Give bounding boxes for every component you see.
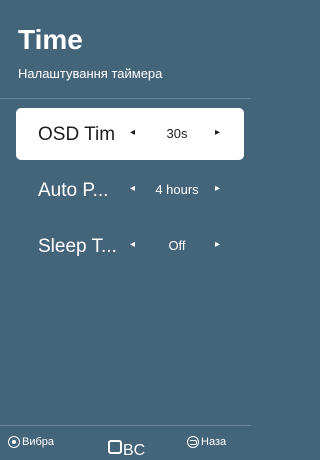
ok-circle-icon <box>8 436 20 449</box>
left-arrow-icon[interactable]: ◂ <box>130 239 135 250</box>
left-arrow-icon[interactable]: ◂ <box>130 183 135 194</box>
page-title: Time <box>18 24 83 55</box>
page-subtitle: Налаштування таймера <box>18 66 163 81</box>
select-label: Вибра <box>22 436 55 449</box>
setting-row-osd-timeout[interactable]: OSD Tim ◂ 30s ▸ <box>16 108 244 160</box>
middle-label: BC <box>123 442 146 459</box>
select-button[interactable]: Вибра <box>8 436 55 449</box>
footer-divider <box>0 425 251 426</box>
back-label: Наза <box>201 436 227 449</box>
left-arrow-icon[interactable]: ◂ <box>130 127 135 138</box>
right-arrow-icon[interactable]: ▸ <box>215 183 220 194</box>
header-divider <box>0 98 251 99</box>
setting-row-sleep-timer[interactable]: Sleep T... ◂ Off ▸ <box>16 220 244 272</box>
footer-bar: Вибра BC Наза <box>0 428 251 459</box>
setting-label: Auto P... <box>38 180 109 201</box>
square-icon <box>108 440 122 454</box>
right-arrow-icon[interactable]: ▸ <box>215 127 220 138</box>
setting-row-auto-power[interactable]: Auto P... ◂ 4 hours ▸ <box>16 164 244 216</box>
setting-label: OSD Tim <box>38 124 116 145</box>
back-arrow-icon <box>187 436 199 449</box>
setting-value: 30s <box>166 126 188 141</box>
setting-value: 4 hours <box>155 182 199 197</box>
right-arrow-icon[interactable]: ▸ <box>215 239 220 250</box>
setting-value: Off <box>168 238 186 253</box>
setting-label: Sleep T... <box>38 236 117 257</box>
back-button[interactable]: Наза <box>187 436 227 449</box>
